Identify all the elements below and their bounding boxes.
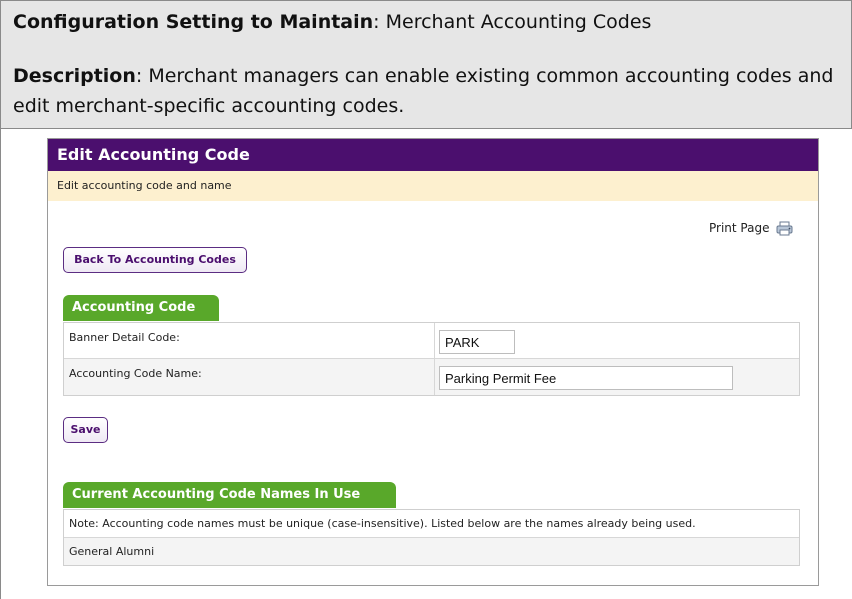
banner-detail-code-label: Banner Detail Code:: [69, 331, 180, 344]
setting-value: : Merchant Accounting Codes: [373, 11, 652, 33]
save-button[interactable]: Save: [63, 417, 108, 443]
back-to-accounting-codes-button[interactable]: Back To Accounting Codes: [63, 247, 247, 273]
configuration-header: Configuration Setting to Maintain: Merch…: [0, 0, 852, 129]
names-in-use-list: Note: Accounting code names must be uniq…: [63, 509, 800, 566]
accounting-code-section-title: Accounting Code: [63, 295, 219, 321]
accounting-code-name-row: Accounting Code Name:: [64, 359, 799, 395]
names-in-use-section-title: Current Accounting Code Names In Use: [63, 482, 396, 508]
description-text: : Merchant managers can enable existing …: [13, 65, 834, 117]
panel-subtitle: Edit accounting code and name: [48, 171, 818, 201]
accounting-code-form: Banner Detail Code: Accounting Code Name…: [63, 322, 800, 396]
list-item: General Alumni: [64, 538, 799, 565]
panel-title: Edit Accounting Code: [48, 139, 818, 171]
print-page-link[interactable]: Print Page: [709, 219, 793, 237]
setting-label: Configuration Setting to Maintain: [13, 11, 374, 33]
printer-icon[interactable]: [776, 221, 793, 236]
column-divider: [434, 323, 435, 358]
banner-detail-code-input[interactable]: [439, 330, 515, 354]
accounting-code-name-item: General Alumni: [69, 545, 155, 558]
note-text: Note: Accounting code names must be uniq…: [69, 517, 696, 530]
left-border: [0, 127, 1, 599]
banner-detail-code-row: Banner Detail Code:: [64, 323, 799, 359]
configuration-setting: Configuration Setting to Maintain: Merch…: [13, 11, 651, 33]
accounting-code-name-label: Accounting Code Name:: [69, 367, 202, 380]
names-in-use-note: Note: Accounting code names must be uniq…: [64, 510, 799, 538]
column-divider: [434, 359, 435, 395]
edit-accounting-code-panel: Edit Accounting Code Edit accounting cod…: [47, 138, 819, 586]
print-page-label[interactable]: Print Page: [709, 219, 769, 237]
description-label: Description: [13, 65, 136, 87]
accounting-code-name-input[interactable]: [439, 366, 733, 390]
configuration-description: Description: Merchant managers can enabl…: [13, 61, 843, 121]
